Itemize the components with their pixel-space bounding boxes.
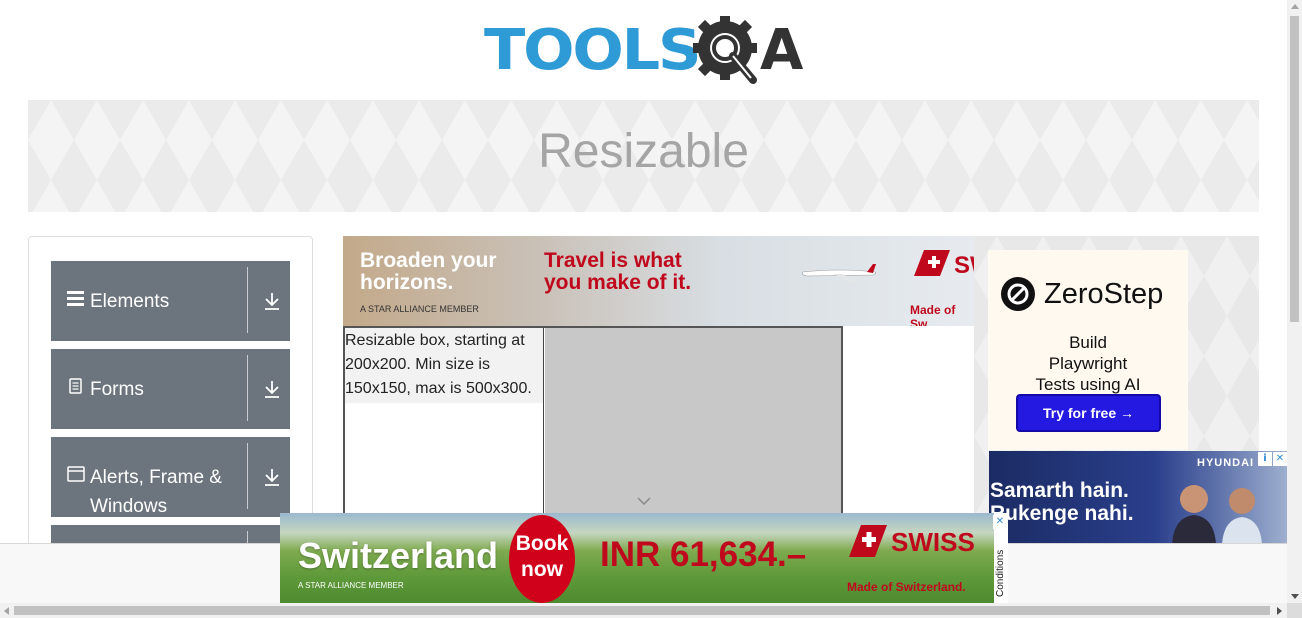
swiss-logo-icon: SW: [914, 250, 975, 278]
logo-a: A: [760, 18, 804, 83]
ad-close-icon[interactable]: ✕: [1273, 452, 1287, 466]
ad-swiss-bottom[interactable]: Switzerland A STAR ALLIANCE MEMBER Book …: [280, 513, 994, 603]
ad-made-of: Made of Switzerland.: [847, 580, 966, 594]
ad-info-icon[interactable]: i: [1258, 452, 1272, 466]
page-banner: Resizable: [28, 100, 1259, 212]
ad-headline: Broaden your horizons.: [360, 249, 497, 294]
group-label: Alerts, Frame & Windows: [90, 467, 222, 517]
gear-magnifier-icon: [693, 16, 757, 84]
resizable-box-text: Resizable box, starting at 200x200. Min …: [345, 328, 543, 403]
ad-conditions[interactable]: Conditions: [994, 533, 1008, 603]
group-elements[interactable]: Elements: [51, 261, 290, 341]
scroll-left-icon[interactable]: [4, 607, 9, 615]
scrollbar-corner: [1287, 603, 1302, 618]
zerostep-logo-icon: [1001, 277, 1035, 311]
ad-hyundai[interactable]: HYUNDAI Samarth hain. Rukenge nahi.: [989, 451, 1288, 544]
page-title: Resizable: [538, 125, 749, 178]
group-label: Forms: [90, 379, 144, 400]
ad-alliance: A STAR ALLIANCE MEMBER: [298, 581, 404, 590]
ad-tagline: Travel is what you make of it.: [544, 249, 692, 294]
page-root: TOOLS A Resizable Elements Forms Alerts,…: [0, 0, 1302, 618]
group-divider: [247, 267, 248, 333]
download-icon[interactable]: [264, 379, 280, 399]
ad-brand: SWISS: [891, 527, 975, 557]
group-alerts-frame-windows[interactable]: Alerts, Frame & Windows: [51, 437, 290, 517]
left-panel: Elements Forms Alerts, Frame & Windows: [28, 236, 313, 605]
group-divider: [247, 443, 248, 509]
logo-text: TOOLS: [484, 18, 702, 83]
ad-slogan: Samarth hain. Rukenge nahi.: [990, 479, 1134, 525]
ad-card: ZeroStep Build Playwright Tests using AI…: [988, 250, 1188, 450]
window-icon: [67, 466, 85, 482]
ad-subtitle: Build Playwright Tests using AI: [1035, 333, 1141, 394]
document-icon: [69, 378, 82, 394]
resizable-box-area[interactable]: [545, 328, 841, 526]
ad-alliance: A STAR ALLIANCE MEMBER: [360, 304, 479, 314]
group-forms[interactable]: Forms: [51, 349, 290, 429]
scroll-up-icon[interactable]: [1291, 4, 1299, 9]
chevron-down-icon[interactable]: [637, 496, 651, 506]
try-for-free-button[interactable]: Try for free →: [1016, 394, 1161, 432]
swiss-logo-icon: SWISS: [849, 525, 975, 557]
resizable-box-restricted[interactable]: Resizable box, starting at 200x200. Min …: [343, 326, 843, 526]
hamburger-icon: [67, 291, 84, 306]
download-icon[interactable]: [264, 291, 280, 311]
group-divider: [247, 355, 248, 421]
ad-swiss-top[interactable]: Broaden your horizons. A STAR ALLIANCE M…: [343, 236, 975, 326]
people-image: [1172, 485, 1262, 544]
scroll-right-icon[interactable]: [1277, 607, 1282, 615]
horizontal-scrollbar[interactable]: [0, 603, 1287, 618]
resizable-inner-box[interactable]: Resizable box, starting at 200x200. Min …: [345, 328, 544, 526]
scrollbar-thumb[interactable]: [1290, 16, 1299, 322]
group-label: Elements: [90, 291, 170, 312]
ad-conditions-label: Conditions: [995, 549, 1006, 597]
download-icon[interactable]: [264, 467, 280, 487]
ad-brand: SW: [954, 252, 975, 278]
vertical-scrollbar[interactable]: [1287, 0, 1302, 618]
airplane-icon: [802, 264, 876, 282]
ad-destination: Switzerland: [298, 535, 499, 576]
ad-price: INR 61,634.–: [600, 535, 807, 574]
ad-brand: HYUNDAI: [1197, 457, 1255, 469]
scrollbar-thumb[interactable]: [14, 606, 1270, 615]
ad-close-icon[interactable]: ✕: [993, 515, 1007, 529]
ad-brand: ZeroStep: [1044, 278, 1164, 310]
toolsqa-logo[interactable]: TOOLS A: [484, 14, 808, 92]
book-now-button[interactable]: Book now: [509, 515, 575, 603]
scroll-down-icon[interactable]: [1291, 594, 1299, 599]
ad-made-of: Made of Sw: [910, 303, 956, 326]
